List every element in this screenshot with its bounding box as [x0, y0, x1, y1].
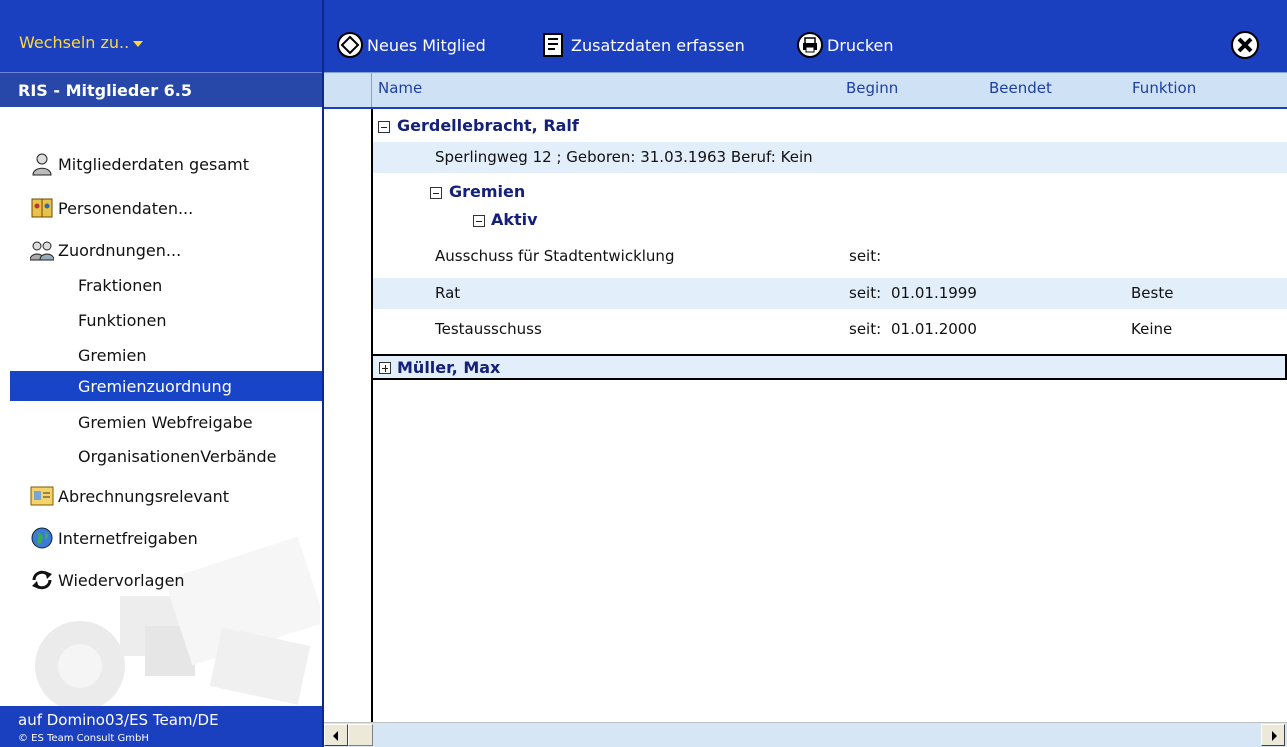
new-member-button[interactable]: Neues Mitglied	[336, 28, 486, 62]
sidebar-item-funktionen[interactable]: Funktionen	[10, 305, 322, 335]
column-header: Name Beginn Beendet Funktion	[324, 72, 1287, 108]
table-row[interactable]: Ausschuss für Stadtentwicklung seit:	[373, 241, 1287, 272]
column-name[interactable]: Name	[378, 79, 422, 97]
category-row-person-selected[interactable]: Müller, Max	[371, 354, 1287, 380]
nav-sub-label: Gremien	[78, 345, 147, 365]
person-icon	[32, 153, 52, 176]
committee-name: Rat	[435, 284, 461, 302]
scroll-right-button[interactable]	[1261, 724, 1285, 746]
column-begin[interactable]: Beginn	[846, 79, 898, 97]
form-edit-icon	[543, 33, 563, 57]
nav-item-label: Personendaten...	[58, 198, 194, 218]
nav-item-label: Wiedervorlagen	[58, 570, 185, 590]
sidebar-item-gremien-webfreigabe[interactable]: Gremien Webfreigabe	[10, 407, 322, 437]
close-icon[interactable]	[1230, 30, 1260, 60]
column-separator	[371, 73, 372, 108]
new-member-label: Neues Mitglied	[367, 35, 486, 55]
since-label: seit:	[849, 247, 882, 265]
nav-item-abrechnungsrelevant[interactable]: Abrechnungsrelevant	[30, 482, 229, 510]
nav-item-label: Internetfreigaben	[58, 528, 198, 548]
server-info: auf Domino03/ES Team/DE © ES Team Consul…	[0, 706, 322, 747]
caret-down-icon[interactable]	[133, 40, 144, 47]
status-name: Aktiv	[491, 210, 538, 229]
print-label: Drucken	[827, 35, 894, 55]
nav-item-mitgliederdaten[interactable]: Mitgliederdaten gesamt	[30, 150, 249, 178]
person-details: Sperlingweg 12 ; Geboren: 31.03.1963 Ber…	[435, 148, 813, 166]
server-line: auf Domino03/ES Team/DE	[18, 711, 219, 729]
nav-sub-label: Fraktionen	[78, 275, 163, 295]
switch-label[interactable]: Wechseln zu..	[19, 33, 129, 52]
category-row-group[interactable]: Gremien	[373, 177, 1287, 208]
expand-icon[interactable]	[379, 362, 391, 374]
watermark-image	[35, 536, 320, 706]
column-end[interactable]: Beendet	[989, 79, 1052, 97]
table-row[interactable]: Testausschuss seit: 01.01.2000 Keine	[373, 314, 1287, 345]
member-view: Gerdellebracht, Ralf Sperlingweg 12 ; Ge…	[324, 107, 1287, 724]
sidebar-item-gremienzuordnung[interactable]: Gremienzuordnung	[10, 371, 322, 401]
refresh-icon	[32, 570, 52, 590]
new-document-icon	[337, 32, 363, 58]
scroll-thumb[interactable]	[348, 724, 373, 746]
begin-date: 01.01.1999	[891, 284, 977, 302]
copyright: © ES Team Consult GmbH	[18, 733, 149, 744]
person-name: Gerdellebracht, Ralf	[397, 116, 579, 135]
collapse-icon[interactable]	[378, 121, 390, 133]
collapse-icon[interactable]	[473, 215, 485, 227]
sidebar: Wechseln zu.. RIS - Mitglieder 6.5 Mitgl…	[0, 0, 322, 747]
nav-sub-label: Funktionen	[78, 310, 167, 330]
scroll-left-button[interactable]	[324, 724, 348, 746]
category-row-status[interactable]: Aktiv	[373, 207, 1287, 233]
globe-icon	[31, 527, 53, 549]
committee-name: Ausschuss für Stadtentwicklung	[435, 247, 675, 265]
address-book-icon	[31, 198, 53, 218]
action-toolbar: Neues Mitglied Zusatzdaten erfassen Druc…	[324, 0, 1287, 72]
nav-item-wiedervorlagen[interactable]: Wiedervorlagen	[30, 566, 185, 594]
collapse-icon[interactable]	[430, 187, 442, 199]
horizontal-scrollbar[interactable]	[324, 722, 1287, 747]
committee-name: Testausschuss	[435, 320, 542, 338]
people-icon	[30, 241, 54, 261]
print-button[interactable]: Drucken	[796, 28, 894, 62]
category-row-person[interactable]: Gerdellebracht, Ralf	[373, 111, 1287, 142]
since-label: seit:	[849, 320, 882, 338]
person-name: Müller, Max	[397, 358, 501, 377]
begin-date: 01.01.2000	[891, 320, 977, 338]
nav-sub-label: Gremien Webfreigabe	[78, 412, 253, 432]
sidebar-item-gremien[interactable]: Gremien	[10, 340, 322, 370]
additional-data-label: Zusatzdaten erfassen	[571, 35, 745, 55]
arrow-left-icon	[333, 731, 338, 741]
additional-data-button[interactable]: Zusatzdaten erfassen	[540, 28, 745, 62]
function-value: Beste	[1131, 284, 1174, 302]
nav-item-internetfreigaben[interactable]: Internetfreigaben	[30, 524, 198, 552]
nav-item-label: Zuordnungen...	[58, 240, 182, 260]
navigation: Mitgliederdaten gesamt Personendaten... …	[10, 110, 322, 706]
sidebar-item-fraktionen[interactable]: Fraktionen	[10, 270, 322, 300]
group-name: Gremien	[449, 182, 526, 201]
function-value: Keine	[1131, 320, 1173, 338]
column-function[interactable]: Funktion	[1132, 79, 1196, 97]
nav-item-label: Mitgliederdaten gesamt	[58, 154, 250, 174]
nav-item-zuordnungen[interactable]: Zuordnungen...	[30, 236, 181, 264]
nav-sub-label: OrganisationenVerbände	[78, 446, 277, 466]
switch-menu[interactable]: Wechseln zu..	[0, 0, 322, 72]
nav-item-label: Abrechnungsrelevant	[58, 486, 230, 506]
arrow-right-icon	[1272, 731, 1277, 741]
since-label: seit:	[849, 284, 882, 302]
printer-icon	[797, 32, 823, 58]
app-title: RIS - Mitglieder 6.5	[0, 72, 322, 107]
nav-item-personendaten[interactable]: Personendaten...	[30, 194, 193, 222]
nav-sub-label: Gremienzuordnung	[78, 376, 232, 396]
person-details-row[interactable]: Sperlingweg 12 ; Geboren: 31.03.1963 Ber…	[373, 142, 1287, 173]
table-row[interactable]: Rat seit: 01.01.1999 Beste	[373, 278, 1287, 309]
sidebar-item-organisationen[interactable]: OrganisationenVerbände	[10, 441, 322, 471]
id-card-icon	[30, 486, 54, 506]
